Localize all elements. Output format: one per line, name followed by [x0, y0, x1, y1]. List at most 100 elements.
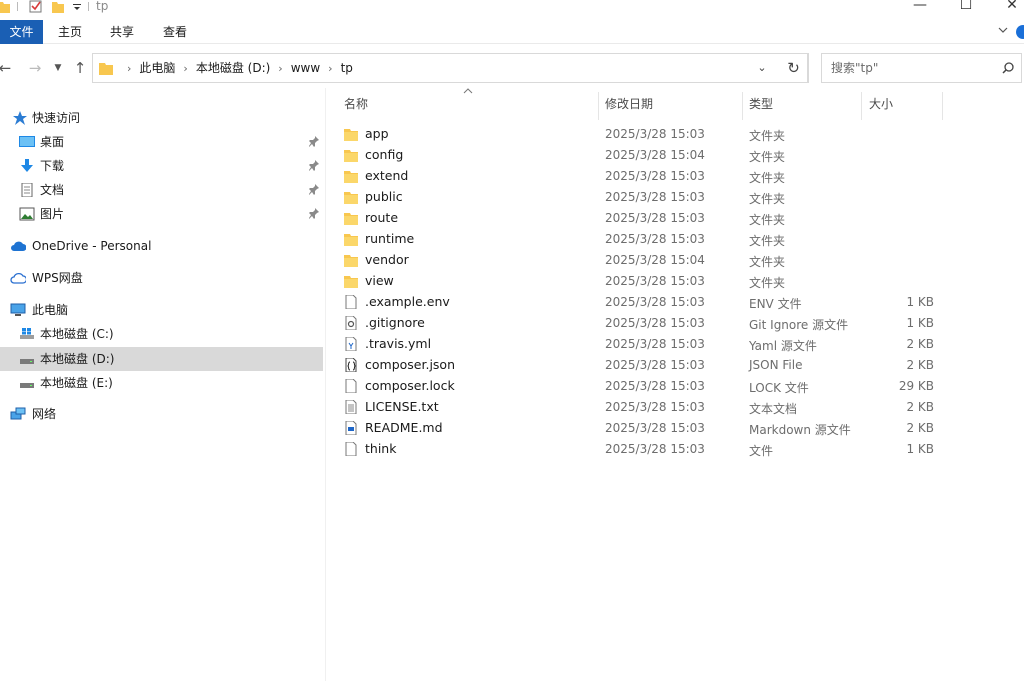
- column-divider[interactable]: [742, 92, 743, 120]
- file-size: 1 KB: [906, 316, 934, 330]
- search-icon[interactable]: [1001, 61, 1015, 75]
- arrow-left-icon: ←: [0, 59, 12, 77]
- file-type: 文件夹: [749, 171, 786, 185]
- column-divider[interactable]: [598, 92, 599, 120]
- network-icon: [10, 407, 26, 420]
- nav-quick-access[interactable]: 快速访问: [0, 107, 320, 129]
- document-icon: [21, 183, 33, 197]
- nav-onedrive[interactable]: OneDrive - Personal: [0, 235, 320, 257]
- breadcrumb-this-pc[interactable]: 此电脑: [139, 54, 175, 82]
- nav-item-desktop[interactable]: 桌面: [0, 131, 320, 153]
- customize-toolbar-icon[interactable]: [72, 0, 82, 13]
- file-row[interactable]: vendor 2025/3/28 15:04 文件夹: [336, 250, 946, 271]
- nav-this-pc[interactable]: 此电脑: [0, 299, 320, 321]
- back-button[interactable]: ←: [0, 58, 15, 78]
- breadcrumb-www[interactable]: www: [291, 54, 320, 82]
- file-name: runtime: [365, 231, 415, 246]
- file-row[interactable]: view 2025/3/28 15:03 文件夹: [336, 271, 946, 292]
- column-divider[interactable]: [861, 92, 862, 120]
- file-name: composer.json: [365, 357, 456, 372]
- breadcrumb-drive-d[interactable]: 本地磁盘 (D:): [196, 54, 270, 82]
- nav-item-pictures[interactable]: 图片: [0, 203, 320, 225]
- nav-item-downloads[interactable]: 下载: [0, 155, 320, 177]
- chevron-right-icon: ›: [278, 62, 283, 75]
- column-header-name[interactable]: 名称: [344, 93, 599, 115]
- pin-icon[interactable]: [309, 160, 319, 172]
- nav-wps[interactable]: WPS网盘: [0, 267, 320, 289]
- arrow-up-icon: ↑: [73, 59, 87, 77]
- file-date: 2025/3/28 15:03: [605, 400, 705, 414]
- pin-icon[interactable]: [309, 184, 319, 196]
- file-row[interactable]: LICENSE.txt 2025/3/28 15:03 文本文档 2 KB: [336, 397, 946, 418]
- file-row[interactable]: app 2025/3/28 15:03 文件夹: [336, 124, 946, 145]
- tab-home[interactable]: 主页: [50, 20, 90, 44]
- desktop-icon: [19, 136, 35, 147]
- nav-network[interactable]: 网络: [0, 403, 320, 425]
- star-icon: [13, 111, 27, 125]
- file-date: 2025/3/28 15:03: [605, 190, 705, 204]
- file-row[interactable]: public 2025/3/28 15:03 文件夹: [336, 187, 946, 208]
- file-size: 2 KB: [906, 400, 934, 414]
- nav-drive-e[interactable]: 本地磁盘 (E:): [0, 372, 320, 394]
- file-row[interactable]: runtime 2025/3/28 15:03 文件夹: [336, 229, 946, 250]
- nav-item-documents[interactable]: 文档: [0, 179, 320, 201]
- file-type: 文件: [749, 444, 774, 458]
- cloud-icon: [11, 241, 26, 251]
- chevron-right-icon: ›: [328, 62, 333, 75]
- minimize-button[interactable]: —: [897, 0, 943, 16]
- file-type: 文件夹: [749, 129, 786, 143]
- file-name: composer.lock: [365, 378, 455, 393]
- address-history-button[interactable]: ⌄: [754, 61, 770, 75]
- column-header-size[interactable]: 大小: [869, 93, 941, 115]
- nav-drive-c[interactable]: 本地磁盘 (C:): [0, 323, 320, 345]
- close-button[interactable]: ✕: [989, 0, 1024, 16]
- file-row[interactable]: extend 2025/3/28 15:03 文件夹: [336, 166, 946, 187]
- file-date: 2025/3/28 15:03: [605, 421, 705, 435]
- file-row[interactable]: config 2025/3/28 15:04 文件夹: [336, 145, 946, 166]
- column-header-date[interactable]: 修改日期: [605, 93, 743, 115]
- file-row[interactable]: .gitignore 2025/3/28 15:03 Git Ignore 源文件 1…: [336, 313, 946, 334]
- file-row[interactable]: .example.env 2025/3/28 15:03 ENV 文件 1 KB: [336, 292, 946, 313]
- refresh-button[interactable]: ↻: [779, 53, 809, 83]
- file-row[interactable]: .travis.yml 2025/3/28 15:03 Yaml 源文件 2 KB: [336, 334, 946, 355]
- properties-icon[interactable]: [29, 0, 42, 13]
- folder-icon: [344, 192, 358, 204]
- file-name: view: [365, 273, 394, 288]
- breadcrumb-tp[interactable]: tp: [341, 54, 353, 82]
- file-name: .gitignore: [365, 315, 425, 330]
- file-row[interactable]: README.md 2025/3/28 15:03 Markdown 源文件 2 KB: [336, 418, 946, 439]
- nav-label: 图片: [40, 207, 65, 221]
- file-row[interactable]: route 2025/3/28 15:03 文件夹: [336, 208, 946, 229]
- maximize-button[interactable]: ☐: [943, 0, 989, 16]
- tab-file[interactable]: 文件: [0, 20, 43, 44]
- pin-icon[interactable]: [309, 136, 319, 148]
- tab-share[interactable]: 共享: [102, 20, 142, 44]
- up-button[interactable]: ↑: [70, 58, 90, 78]
- search-input[interactable]: 搜索"tp": [831, 54, 878, 82]
- drive-icon: [20, 359, 34, 364]
- column-header-type[interactable]: 类型: [749, 93, 861, 115]
- file-row[interactable]: composer.json 2025/3/28 15:03 JSON File 2 K…: [336, 355, 946, 376]
- new-folder-icon[interactable]: [52, 0, 64, 13]
- pane-divider[interactable]: [325, 88, 326, 681]
- file-size: 2 KB: [906, 421, 934, 435]
- tab-view[interactable]: 查看: [155, 20, 195, 44]
- column-divider[interactable]: [942, 92, 943, 120]
- search-box[interactable]: 搜索"tp": [821, 53, 1022, 83]
- nav-label: 文档: [40, 183, 65, 197]
- recent-locations-button[interactable]: ▼: [48, 58, 68, 78]
- computer-icon: [10, 303, 26, 316]
- file-date: 2025/3/28 15:04: [605, 148, 705, 162]
- folder-icon: [344, 171, 358, 183]
- file-type: 文件夹: [749, 255, 786, 269]
- forward-button[interactable]: →: [25, 58, 45, 78]
- file-type: Markdown 源文件: [749, 423, 851, 437]
- nav-drive-d[interactable]: 本地磁盘 (D:): [0, 348, 320, 370]
- file-row[interactable]: think 2025/3/28 15:03 文件 1 KB: [336, 439, 946, 460]
- help-icon[interactable]: [1016, 25, 1024, 39]
- expand-ribbon-icon[interactable]: [998, 25, 1008, 35]
- file-row[interactable]: composer.lock 2025/3/28 15:03 LOCK 文件 29 KB: [336, 376, 946, 397]
- file-type: 文件夹: [749, 213, 786, 227]
- pin-icon[interactable]: [309, 208, 319, 220]
- address-bar[interactable]: › 此电脑 › 本地磁盘 (D:) › www › tp: [92, 53, 808, 83]
